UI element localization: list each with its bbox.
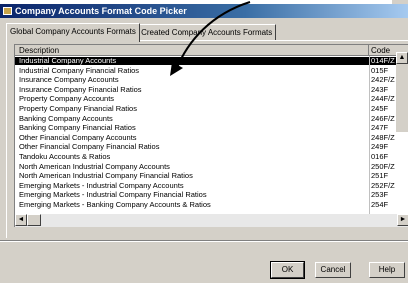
row-description: North American Industrial Company Accoun… [19, 161, 170, 171]
scroll-right-icon[interactable]: ► [397, 214, 408, 226]
row-code: 245F [371, 104, 389, 113]
table-row[interactable]: Industrial Company Financial Ratios 015F [15, 65, 408, 75]
row-code: 016F [371, 152, 389, 161]
row-code: 250F/Z [371, 161, 395, 171]
row-code: 251F [371, 171, 389, 181]
table-row[interactable]: Banking Company Financial Ratios 247F [15, 124, 408, 132]
column-header-description[interactable]: Description [15, 45, 369, 56]
row-description: Emerging Markets - Industrial Company Ac… [19, 180, 184, 190]
row-code: 242F/Z [371, 75, 395, 85]
table-row[interactable]: North American Industrial Company Accoun… [15, 161, 408, 171]
ok-button[interactable]: OK [270, 261, 305, 279]
row-description: Other Financial Company Accounts [19, 132, 137, 142]
row-description: Banking Company Accounts [19, 113, 113, 123]
table-row[interactable]: Banking Company Accounts 246F/Z [15, 113, 408, 123]
row-description: Emerging Markets - Industrial Company Fi… [19, 190, 207, 200]
window-title: Company Accounts Format Code Picker [15, 6, 187, 16]
table-row[interactable]: Insurance Company Accounts 242F/Z [15, 76, 408, 84]
tab-user-created-formats[interactable]: User Created Company Accounts Formats [118, 24, 277, 41]
row-description: Banking Company Financial Ratios [19, 123, 136, 133]
table-row[interactable]: Other Financial Company Accounts 248F/Z [15, 132, 408, 142]
row-code: 014F/Z [371, 56, 395, 65]
row-description: Emerging Markets - Banking Company Accou… [19, 200, 211, 209]
table-row[interactable]: Other Financial Company Financial Ratios… [15, 143, 408, 151]
row-description: Insurance Company Financial Ratios [19, 84, 142, 94]
column-divider [369, 56, 370, 214]
row-code: 254F [371, 200, 389, 209]
row-code: 243F [371, 84, 389, 94]
formats-grid[interactable]: Description Code Industrial Company Acco… [14, 44, 408, 227]
row-code: 248F/Z [371, 132, 395, 142]
row-code: 249F [371, 142, 389, 152]
scroll-up-icon[interactable]: ▲ [396, 52, 408, 64]
row-description: Insurance Company Accounts [19, 75, 119, 85]
row-code: 244F/Z [371, 94, 395, 104]
scroll-thumb[interactable] [27, 214, 41, 226]
row-description: North American Industrial Company Financ… [19, 171, 193, 181]
row-description: Industrial Company Financial Ratios [19, 65, 140, 75]
cancel-button[interactable]: Cancel [315, 262, 351, 278]
row-description: Tandoku Accounts & Ratios [19, 152, 111, 161]
table-row[interactable]: North American Industrial Company Financ… [15, 172, 408, 180]
vertical-scrollbar[interactable]: ▲ [396, 52, 408, 132]
row-code: 015F [371, 65, 389, 75]
app-icon [3, 7, 12, 15]
row-description: Property Company Accounts [19, 94, 115, 104]
row-code: 246F/Z [371, 113, 395, 123]
row-description: Property Company Financial Ratios [19, 104, 137, 113]
button-divider [0, 240, 408, 242]
table-row[interactable]: Property Company Accounts 244F/Z [15, 95, 408, 103]
title-bar[interactable]: Company Accounts Format Code Picker [0, 4, 408, 18]
table-row[interactable]: Insurance Company Financial Ratios 243F [15, 84, 408, 94]
table-row[interactable]: Emerging Markets - Industrial Company Fi… [15, 191, 408, 199]
row-code: 247F [371, 123, 389, 133]
table-row[interactable]: Tandoku Accounts & Ratios 016F [15, 153, 408, 161]
row-description: Other Financial Company Financial Ratios [19, 142, 160, 152]
row-code: 253F [371, 190, 389, 200]
table-row[interactable]: Emerging Markets - Industrial Company Ac… [15, 180, 408, 190]
tab-global-formats[interactable]: Global Company Accounts Formats [6, 23, 140, 42]
row-description: Industrial Company Accounts [19, 56, 117, 65]
table-row[interactable]: Industrial Company Accounts 014F/Z [15, 57, 408, 65]
row-code: 252F/Z [371, 180, 395, 190]
table-row[interactable]: Emerging Markets - Banking Company Accou… [15, 201, 408, 209]
horizontal-scrollbar[interactable]: ◄ ► [15, 214, 408, 227]
scroll-left-icon[interactable]: ◄ [15, 214, 27, 226]
table-row[interactable]: Property Company Financial Ratios 245F [15, 105, 408, 113]
help-button[interactable]: Help [369, 262, 405, 278]
